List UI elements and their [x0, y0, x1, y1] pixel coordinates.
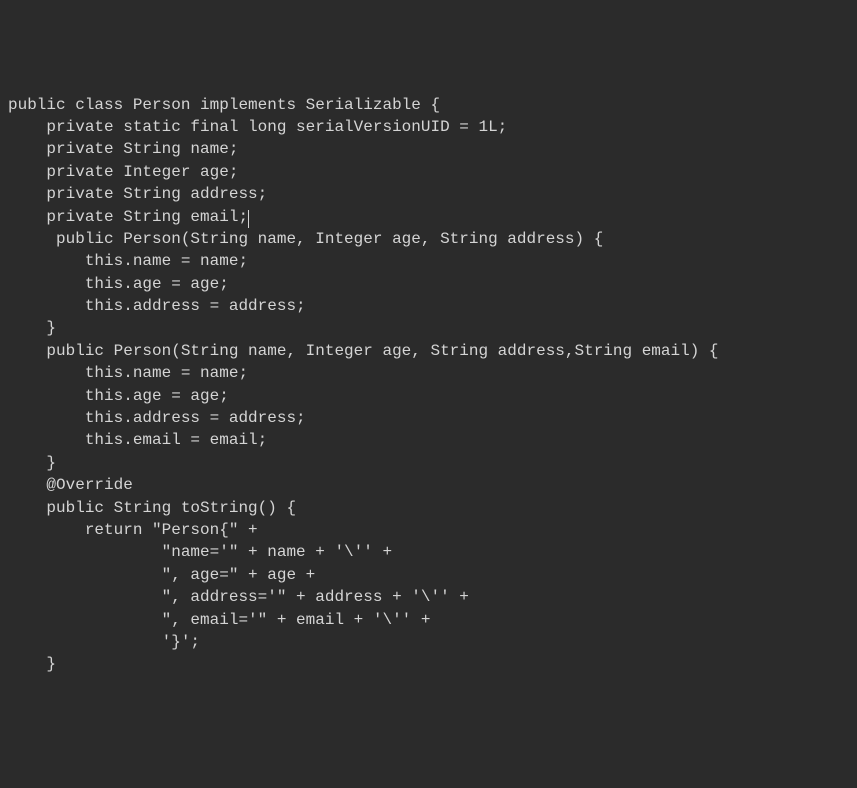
code-line: public class Person implements Serializa…	[8, 96, 440, 114]
code-line: this.email = email;	[8, 431, 267, 449]
code-line: "name='" + name + '\'' +	[8, 543, 392, 561]
code-line: this.address = address;	[8, 297, 306, 315]
code-line: }	[8, 319, 56, 337]
code-line: private Integer age;	[8, 163, 238, 181]
code-line: public Person(String name, Integer age, …	[8, 230, 603, 248]
text-cursor	[248, 210, 249, 228]
code-line: }	[8, 655, 56, 673]
code-line: ", email='" + email + '\'' +	[8, 611, 430, 629]
code-line: public String toString() {	[8, 499, 296, 517]
code-line: '}';	[8, 633, 200, 651]
code-line: this.name = name;	[8, 364, 248, 382]
code-line: this.age = age;	[8, 387, 229, 405]
code-line: private String email;	[8, 208, 248, 226]
code-line: return "Person{" +	[8, 521, 258, 539]
code-line: this.age = age;	[8, 275, 229, 293]
code-line: private static final long serialVersionU…	[8, 118, 507, 136]
code-line: public Person(String name, Integer age, …	[8, 342, 719, 360]
code-line: private String address;	[8, 185, 267, 203]
code-line: ", age=" + age +	[8, 566, 315, 584]
code-line: }	[8, 454, 56, 472]
code-line: ", address='" + address + '\'' +	[8, 588, 469, 606]
code-line: this.name = name;	[8, 252, 248, 270]
code-line: private String name;	[8, 140, 238, 158]
code-block: public class Person implements Serializa…	[8, 94, 849, 676]
code-line: @Override	[8, 476, 133, 494]
code-line: this.address = address;	[8, 409, 306, 427]
